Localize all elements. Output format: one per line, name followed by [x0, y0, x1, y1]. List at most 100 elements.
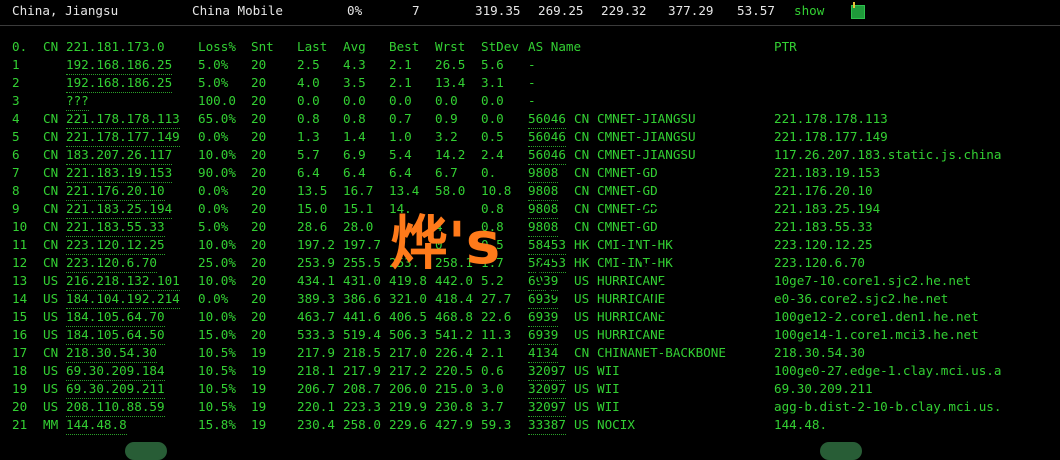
- cell-asn[interactable]: 9808: [528, 182, 559, 201]
- cell-loss: 5.0%: [198, 219, 229, 234]
- cell-snt: 20: [251, 273, 267, 288]
- cell-asn[interactable]: 9808: [528, 200, 559, 219]
- cell-best: 419.8: [389, 273, 427, 288]
- cell-hop: 1: [12, 57, 20, 72]
- cell-asname: CMI-INT-HK: [597, 237, 673, 252]
- cell-ip[interactable]: 69.30.209.184: [66, 362, 165, 381]
- cell-ip[interactable]: 221.176.20.10: [66, 182, 165, 201]
- cell-ascc: CN: [574, 165, 590, 180]
- cell-ip[interactable]: 192.168.186.25: [66, 56, 173, 75]
- cell-cc: CN: [43, 129, 59, 144]
- cell-stdev: 2.1: [481, 345, 504, 360]
- cell-asn[interactable]: 32097: [528, 398, 566, 417]
- cell-ip[interactable]: 183.207.26.117: [66, 146, 173, 165]
- cell-ptr: 221.178.178.113: [774, 111, 888, 126]
- cell-ip[interactable]: 221.183.25.194: [66, 200, 173, 219]
- cell-ip[interactable]: 218.30.54.30: [66, 344, 157, 363]
- cell-loss: 10.0%: [198, 309, 236, 324]
- cell-ip[interactable]: 144.48.8: [66, 416, 127, 435]
- cell-asname: CHINANET-BACKBONE: [597, 345, 726, 360]
- cell-asn[interactable]: 6939: [528, 272, 559, 291]
- cell-cc: MM: [43, 417, 59, 432]
- cell-ptr: 100ge0-27.edge-1.clay.mci.us.a: [774, 363, 1002, 378]
- cell-asn[interactable]: 6939: [528, 308, 559, 327]
- show-link[interactable]: show: [794, 3, 824, 18]
- cell-asn[interactable]: 32097: [528, 362, 566, 381]
- cell-loss: 15.0%: [198, 327, 236, 342]
- cell-asn[interactable]: 56046: [528, 128, 566, 147]
- table-row: 1 192.168.186.25 5.0% 20 2.5 4.3 2.1 26.5 5.6 -: [0, 56, 1060, 75]
- cell-ip[interactable]: 69.30.209.211: [66, 380, 165, 399]
- cell-avg: 217.9: [343, 363, 381, 378]
- cell-loss: 10.5%: [198, 363, 236, 378]
- cell-hop: 16: [12, 327, 28, 342]
- cell-ip[interactable]: 223.120.6.70: [66, 254, 157, 273]
- cell-last: 197.2: [297, 237, 335, 252]
- cell-hop: 11: [12, 237, 28, 252]
- cell-avg: 258.0: [343, 417, 381, 432]
- cell-loss: 100.0: [198, 93, 236, 108]
- cell-asn[interactable]: 56046: [528, 110, 566, 129]
- cell-asn[interactable]: 9808: [528, 218, 559, 237]
- cell-asn[interactable]: 6939: [528, 326, 559, 345]
- cell-stdev: 0.5: [481, 237, 504, 252]
- isp-label: China Mobile: [192, 3, 283, 18]
- table-row: 14 US 184.104.192.214 0.0% 20 389.3 386.6 321.0…: [0, 290, 1060, 309]
- cell-asname: CMI-INT-HK: [597, 255, 673, 270]
- cell-cc: US: [43, 291, 59, 306]
- cell-ip[interactable]: 223.120.12.25: [66, 236, 165, 255]
- cell-last: 2.5: [297, 57, 320, 72]
- table-row: 21 MM 144.48.8 15.8% 19 230.4 258.0 229.6 427.9 5…: [0, 416, 1060, 435]
- table-row: 11 CN 223.120.12.25 10.0% 20 197.2 197.7 0 0.5 58…: [0, 236, 1060, 255]
- cell-ip[interactable]: 216.218.132.101: [66, 272, 180, 291]
- cell-asn[interactable]: 58453: [528, 236, 566, 255]
- cell-ip[interactable]: 184.104.192.214: [66, 290, 180, 309]
- cell-asn[interactable]: 32097: [528, 380, 566, 399]
- cell-ip[interactable]: 221.178.177.149: [66, 128, 180, 147]
- cell-hop: 3: [12, 93, 20, 108]
- cell-hop: 15: [12, 309, 28, 324]
- cell-cc: CN: [43, 219, 59, 234]
- cell-wrst: 26.5: [435, 57, 466, 72]
- cell-asn[interactable]: 9808: [528, 164, 559, 183]
- cell-ip[interactable]: 208.110.88.59: [66, 398, 165, 417]
- cell-last: 389.3: [297, 291, 335, 306]
- cell-wrst: 215.0: [435, 381, 473, 396]
- cell-snt: 20: [251, 219, 267, 234]
- table-row: 8 CN 221.176.20.10 0.0% 20 13.5 16.7 13.4 58.0 10…: [0, 182, 1060, 201]
- toggle-switch[interactable]: [851, 2, 865, 19]
- cell-best: 229.6: [389, 417, 427, 432]
- cell-wrst: 226.4: [435, 345, 473, 360]
- cell-asn[interactable]: 33387: [528, 416, 566, 435]
- cell-asn[interactable]: 56046: [528, 146, 566, 165]
- cell-avg: 218.5: [343, 345, 381, 360]
- cell-ptr: 117.26.207.183.static.js.china: [774, 147, 1002, 162]
- cell-asn[interactable]: 58453: [528, 254, 566, 273]
- cell-hop: 20: [12, 399, 28, 414]
- summary-value-4: 377.29: [668, 3, 714, 18]
- summary-value-2: 269.25: [538, 3, 584, 18]
- cell-asn[interactable]: 6939: [528, 290, 559, 309]
- cell-snt: 20: [251, 291, 267, 306]
- cell-ip[interactable]: 184.105.64.70: [66, 308, 165, 327]
- cell-stdev: 3.7: [481, 399, 504, 414]
- cell-asname: WII: [597, 381, 620, 396]
- cell-ip[interactable]: 221.183.55.33: [66, 218, 165, 237]
- cell-ip[interactable]: 192.168.186.25: [66, 74, 173, 93]
- table-row: 5 CN 221.178.177.149 0.0% 20 1.3 1.4 1.0 3.2 0.5 5…: [0, 128, 1060, 147]
- cell-stdev: 10.8: [481, 183, 512, 198]
- cell-last: 253.9: [297, 255, 335, 270]
- cell-ptr: 100ge14-1.core1.mci3.he.net: [774, 327, 979, 342]
- cell-loss: 10.0%: [198, 147, 236, 162]
- cell-ip[interactable]: 221.178.178.113: [66, 110, 180, 129]
- cell-ip[interactable]: ???: [66, 92, 89, 111]
- cell-stdev: 0.: [481, 165, 497, 180]
- cell-cc: US: [43, 399, 59, 414]
- cell-wrst: 6.7: [435, 165, 458, 180]
- cell-ascc: CN: [574, 183, 590, 198]
- cell-asn[interactable]: 4134: [528, 344, 559, 363]
- cell-ip[interactable]: 184.105.64.50: [66, 326, 165, 345]
- cell-stdev: 2.4: [481, 147, 504, 162]
- cell-wrst: 442.0: [435, 273, 473, 288]
- cell-ip[interactable]: 221.183.19.153: [66, 164, 173, 183]
